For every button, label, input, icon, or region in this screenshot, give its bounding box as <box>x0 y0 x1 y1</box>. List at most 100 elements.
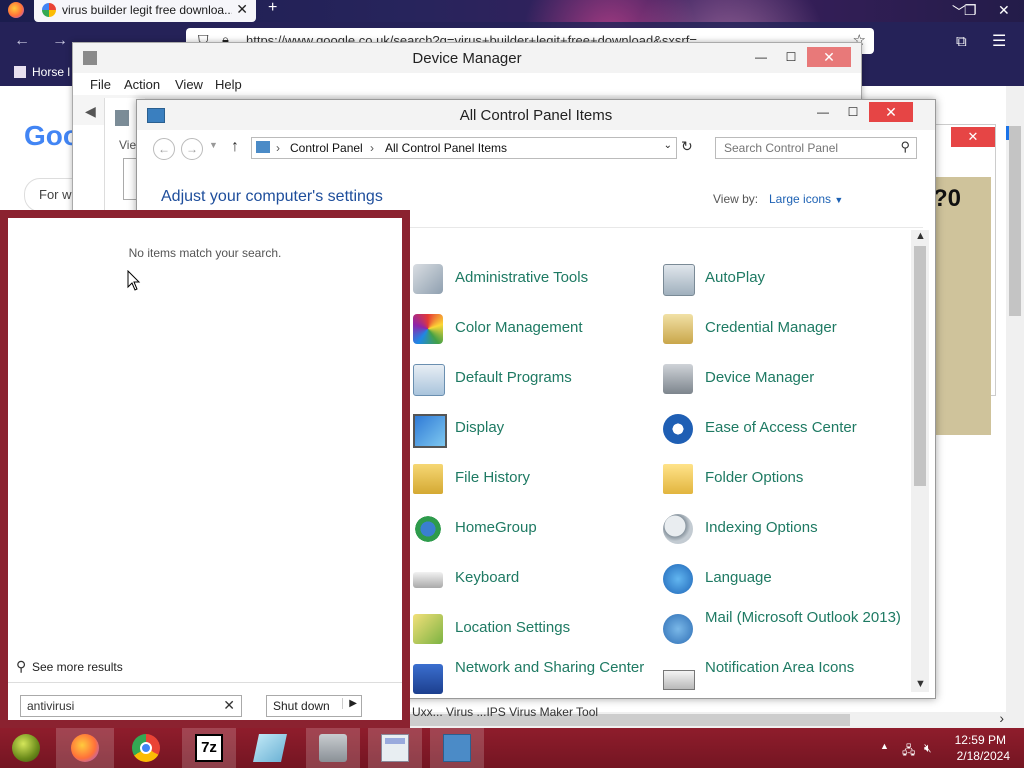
refresh-icon[interactable]: ↻ <box>681 138 693 155</box>
close-tab-icon[interactable]: ✕ <box>236 1 248 18</box>
start-search-input[interactable] <box>25 698 209 714</box>
extensions-icon[interactable]: ⧉ <box>956 33 967 50</box>
control-panel-item[interactable]: Ease of Access Center <box>663 406 899 450</box>
control-panel-icon <box>256 141 270 153</box>
control-panel-item[interactable]: Default Programs <box>413 356 649 400</box>
control-panel-item[interactable]: Display <box>413 406 649 450</box>
control-panel-item[interactable]: Notification Area Icons <box>663 656 899 700</box>
page-scrollbar[interactable] <box>1006 86 1024 712</box>
search-icon: ⚲ <box>16 658 27 674</box>
chevron-down-icon[interactable]: ⌄ <box>664 140 672 151</box>
taskbar-7zip[interactable]: 7z <box>182 728 236 768</box>
control-panel-item[interactable]: HomeGroup <box>413 506 649 550</box>
taskbar-calculator[interactable] <box>368 728 422 768</box>
calculator-icon <box>381 734 409 762</box>
scroll-up-icon[interactable]: ▲ <box>915 230 926 242</box>
control-panel-item[interactable]: File History <box>413 456 649 500</box>
close-button[interactable]: ✕ <box>869 102 913 122</box>
start-button[interactable] <box>0 728 52 768</box>
control-panel-item[interactable]: Indexing Options <box>663 506 899 550</box>
vertical-scrollbar[interactable]: ▲ ▼ <box>911 230 929 692</box>
control-panel-item-label: Default Programs <box>455 369 572 386</box>
menu-icon[interactable]: ☰ <box>992 31 1006 51</box>
control-panel-item[interactable]: Device Manager <box>663 356 899 400</box>
scrollbar-thumb[interactable] <box>1009 126 1021 316</box>
minimize-button[interactable]: — <box>747 47 775 67</box>
control-panel-item[interactable]: Network and Sharing Center <box>413 656 649 700</box>
title-bar[interactable]: All Control Panel Items — ☐ ✕ <box>137 100 935 130</box>
shutdown-options-arrow[interactable]: ▶ <box>342 698 357 709</box>
search-input[interactable] <box>722 140 886 156</box>
device-manager-icon <box>319 734 347 762</box>
menu-action[interactable]: Action <box>124 77 160 92</box>
system-tray: ▲ 🖧︎ 🔇︎ 12:59 PM 2/18/2024 <box>864 728 1024 768</box>
search-box[interactable]: ⚲ <box>715 137 917 159</box>
menu-file[interactable]: File <box>90 77 111 92</box>
control-panel-item-label: Language <box>705 569 772 586</box>
control-panel-item-label: Location Settings <box>455 619 571 636</box>
google-favicon-icon <box>42 3 56 17</box>
tab-title: virus builder legit free downloa... <box>62 3 232 17</box>
control-panel-item[interactable]: Folder Options <box>663 456 899 500</box>
maximize-button[interactable]: ☐ <box>777 47 805 67</box>
mouse-cursor-icon <box>127 270 141 291</box>
menu-view[interactable]: View <box>175 77 203 92</box>
control-panel-item[interactable]: Keyboard <box>413 556 649 600</box>
control-panel-item-label: Administrative Tools <box>455 269 589 286</box>
browser-tab[interactable]: virus builder legit free downloa... ✕ <box>34 0 256 22</box>
recent-locations-icon[interactable]: ▼ <box>209 140 218 150</box>
close-icon[interactable]: ✕ <box>951 127 995 147</box>
menu-help[interactable]: Help <box>215 77 242 92</box>
control-panel-item-label: AutoPlay <box>705 269 766 286</box>
taskbar-notepad[interactable] <box>244 728 296 768</box>
scroll-down-icon[interactable]: ▼ <box>915 678 926 690</box>
address-bar[interactable]: › Control Panel › All Control Panel Item… <box>251 137 677 159</box>
clear-search-icon[interactable]: ✕ <box>223 697 235 714</box>
taskbar-firefox[interactable] <box>56 728 114 768</box>
breadcrumb-control-panel[interactable]: Control Panel <box>290 141 363 155</box>
breadcrumb-all-items[interactable]: All Control Panel Items <box>385 141 507 155</box>
new-tab-icon[interactable]: + <box>268 0 277 17</box>
scroll-right-icon[interactable]: › <box>999 710 1004 726</box>
control-panel-item-label: Display <box>455 419 505 436</box>
control-panel-item[interactable]: Language <box>663 556 899 600</box>
control-panel-item[interactable]: AutoPlay <box>663 256 899 300</box>
window-content-text: ?0 <box>933 185 962 212</box>
taskbar-chrome[interactable] <box>120 728 172 768</box>
firefox-icon <box>71 734 99 762</box>
shutdown-button[interactable]: Shut down ▶ <box>266 695 362 717</box>
volume-muted-icon[interactable]: 🔇︎ <box>924 741 932 756</box>
control-panel-item[interactable]: Color Management <box>413 306 649 350</box>
maximize-button[interactable]: ☐ <box>839 102 867 122</box>
close-icon[interactable]: ✕ <box>998 2 1010 19</box>
forward-icon[interactable]: → <box>52 32 68 50</box>
title-bar[interactable]: Device Manager — ☐ ✕ <box>73 43 861 73</box>
search-icon[interactable]: ⚲ <box>900 139 910 155</box>
firefox-icon[interactable] <box>8 2 24 18</box>
control-panel-item[interactable]: Location Settings <box>413 606 649 650</box>
back-button[interactable]: ← <box>153 138 175 160</box>
back-icon[interactable]: ◀ <box>85 103 96 120</box>
clock-date[interactable]: 2/18/2024 <box>957 749 1010 763</box>
control-panel-item[interactable]: Administrative Tools <box>413 256 649 300</box>
back-icon[interactable]: ← <box>14 32 30 50</box>
minimize-button[interactable]: — <box>809 102 837 122</box>
see-more-results-link[interactable]: See more results <box>32 660 123 674</box>
7zip-icon: 7z <box>195 734 223 762</box>
start-search-box[interactable]: ✕ <box>20 695 242 717</box>
bookmark-item[interactable]: Horse l <box>14 65 70 79</box>
taskbar-device-manager[interactable] <box>306 728 360 768</box>
restore-icon[interactable]: ❐ <box>964 2 977 19</box>
taskbar-control-panel[interactable] <box>430 728 484 768</box>
forward-button[interactable]: → <box>181 138 203 160</box>
clock-time[interactable]: 12:59 PM <box>955 733 1006 747</box>
show-hidden-icons[interactable]: ▲ <box>880 741 889 751</box>
control-panel-item-label: Network and Sharing Center <box>455 659 645 676</box>
control-panel-item[interactable]: Mail (Microsoft Outlook 2013) <box>663 606 901 650</box>
up-button[interactable]: ↑ <box>231 138 239 156</box>
close-button[interactable]: ✕ <box>807 47 851 67</box>
view-by-dropdown[interactable]: Large icons ▼ <box>769 192 843 206</box>
control-panel-item[interactable]: Credential Manager <box>663 306 899 350</box>
network-icon[interactable]: 🖧︎ <box>902 741 915 762</box>
scrollbar-thumb[interactable] <box>914 246 926 486</box>
